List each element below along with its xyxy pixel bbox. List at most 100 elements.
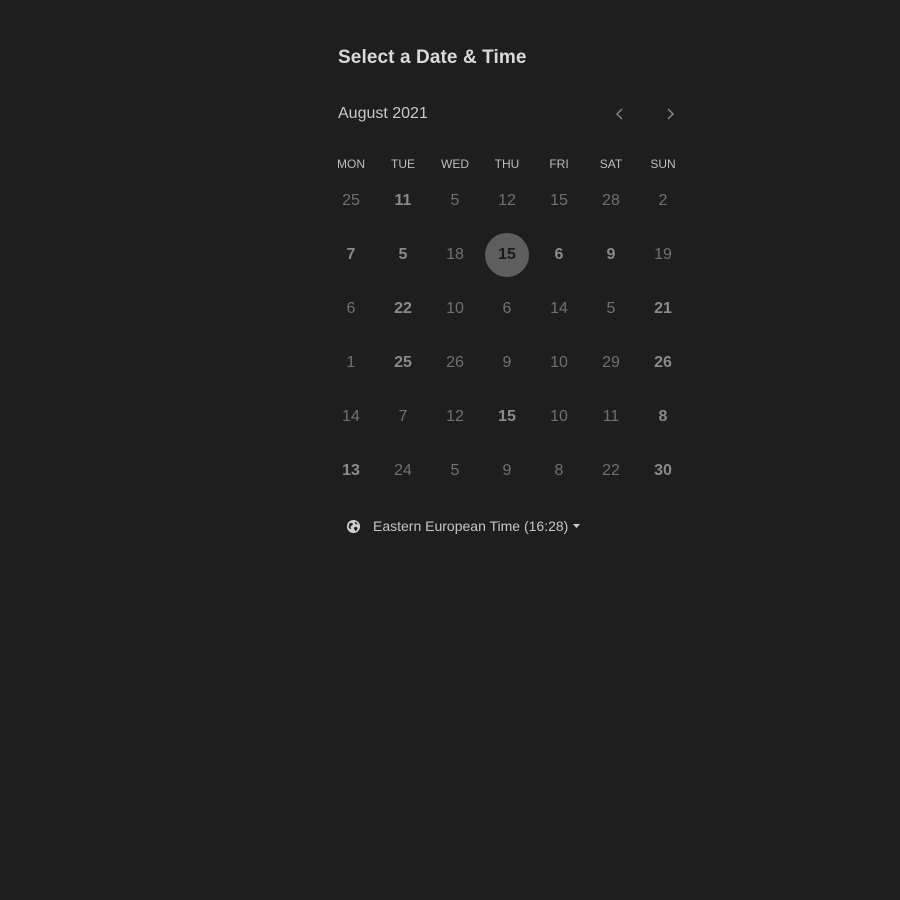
day-number: 18 [446, 246, 464, 263]
day-cell: 12 [429, 390, 481, 444]
day-cell: 8 [533, 444, 585, 498]
month-label: August 2021 [338, 105, 428, 122]
day-number: 5 [450, 462, 460, 479]
weekday-label: MON [337, 157, 365, 171]
day-cell: 6 [325, 282, 377, 336]
selected-day-cell[interactable]: 15 [481, 228, 533, 282]
available-day-cell[interactable]: 11 [377, 174, 429, 228]
day-number: 10 [550, 408, 568, 425]
weekday-label: THU [494, 157, 520, 171]
day-cell: 11 [585, 390, 637, 444]
day-number: 2 [658, 192, 668, 209]
available-day-cell[interactable]: 22 [377, 282, 429, 336]
day-number: 29 [602, 354, 620, 371]
day-cell: 25 [325, 174, 377, 228]
day-number: 19 [654, 246, 672, 263]
day-number: 22 [394, 300, 412, 317]
available-day-cell[interactable]: 13 [325, 444, 377, 498]
day-cell: 10 [533, 390, 585, 444]
day-number: 26 [654, 354, 672, 371]
day-cell: 29 [585, 336, 637, 390]
day-number: 5 [450, 192, 460, 209]
day-cell: 5 [429, 174, 481, 228]
weekday-label: SAT [599, 157, 623, 171]
day-number: 15 [485, 233, 529, 277]
day-number: 21 [654, 300, 672, 317]
day-number: 14 [342, 408, 360, 425]
day-number: 5 [606, 300, 616, 317]
calendar-week-row: 13 24 5 9 8 22 30 [325, 444, 689, 498]
day-number: 1 [346, 354, 356, 371]
day-cell: 14 [325, 390, 377, 444]
available-day-cell[interactable]: 15 [481, 390, 533, 444]
available-day-cell[interactable]: 8 [637, 390, 689, 444]
day-number: 25 [342, 192, 360, 209]
day-number: 24 [394, 462, 412, 479]
day-number: 9 [606, 246, 616, 263]
available-day-cell[interactable]: 5 [377, 228, 429, 282]
previous-month-button[interactable] [609, 103, 631, 125]
day-number: 6 [346, 300, 356, 317]
day-number: 25 [394, 354, 412, 371]
day-cell: 14 [533, 282, 585, 336]
next-month-button[interactable] [659, 103, 681, 125]
day-cell: 19 [637, 228, 689, 282]
chevron-left-icon [616, 108, 623, 120]
day-number: 8 [658, 408, 668, 425]
weekday-label: FRI [549, 157, 569, 171]
calendar-week-row: 7 5 18 15 6 9 19 [325, 228, 689, 282]
day-number: 11 [394, 192, 412, 209]
timezone-selector[interactable]: Eastern European Time (16:28) [346, 516, 581, 536]
day-cell: 1 [325, 336, 377, 390]
day-cell: 24 [377, 444, 429, 498]
day-cell: 26 [429, 336, 481, 390]
day-number: 12 [446, 408, 464, 425]
day-number: 10 [550, 354, 568, 371]
available-day-cell[interactable]: 21 [637, 282, 689, 336]
day-cell: 9 [481, 444, 533, 498]
page-title: Select a Date & Time [338, 47, 527, 68]
day-cell: 2 [637, 174, 689, 228]
day-number: 5 [398, 246, 408, 263]
day-number: 9 [502, 462, 512, 479]
day-number: 6 [502, 300, 512, 317]
day-cell: 28 [585, 174, 637, 228]
day-number: 15 [550, 192, 568, 209]
day-cell: 7 [377, 390, 429, 444]
weekday-header: MON TUE WED THU FRI SAT SUN [325, 156, 689, 172]
day-number: 13 [342, 462, 360, 479]
day-number: 7 [346, 246, 356, 263]
day-cell: 10 [429, 282, 481, 336]
day-number: 7 [398, 408, 408, 425]
available-day-cell[interactable]: 30 [637, 444, 689, 498]
day-cell: 6 [481, 282, 533, 336]
day-cell: 10 [533, 336, 585, 390]
available-day-cell[interactable]: 25 [377, 336, 429, 390]
day-number: 11 [602, 408, 620, 425]
day-cell: 5 [429, 444, 481, 498]
available-day-cell[interactable]: 6 [533, 228, 585, 282]
weekday-label: TUE [391, 157, 415, 171]
available-day-cell[interactable]: 9 [585, 228, 637, 282]
day-cell: 9 [481, 336, 533, 390]
calendar-week-row: 25 11 5 12 15 28 2 [325, 174, 689, 228]
day-number: 8 [554, 462, 564, 479]
day-number: 26 [446, 354, 464, 371]
day-cell: 18 [429, 228, 481, 282]
day-number: 6 [554, 246, 564, 263]
month-navigation: August 2021 [338, 103, 684, 125]
available-day-cell[interactable]: 26 [637, 336, 689, 390]
day-number: 22 [602, 462, 620, 479]
day-cell: 12 [481, 174, 533, 228]
day-number: 12 [498, 192, 516, 209]
calendar-week-row: 14 7 12 15 10 11 8 [325, 390, 689, 444]
available-day-cell[interactable]: 7 [325, 228, 377, 282]
globe-icon [346, 519, 361, 534]
day-number: 14 [550, 300, 568, 317]
weekday-label: SUN [650, 157, 676, 171]
calendar-week-row: 1 25 26 9 10 29 26 [325, 336, 689, 390]
day-cell: 22 [585, 444, 637, 498]
day-cell: 15 [533, 174, 585, 228]
day-number: 15 [498, 408, 516, 425]
day-cell: 5 [585, 282, 637, 336]
